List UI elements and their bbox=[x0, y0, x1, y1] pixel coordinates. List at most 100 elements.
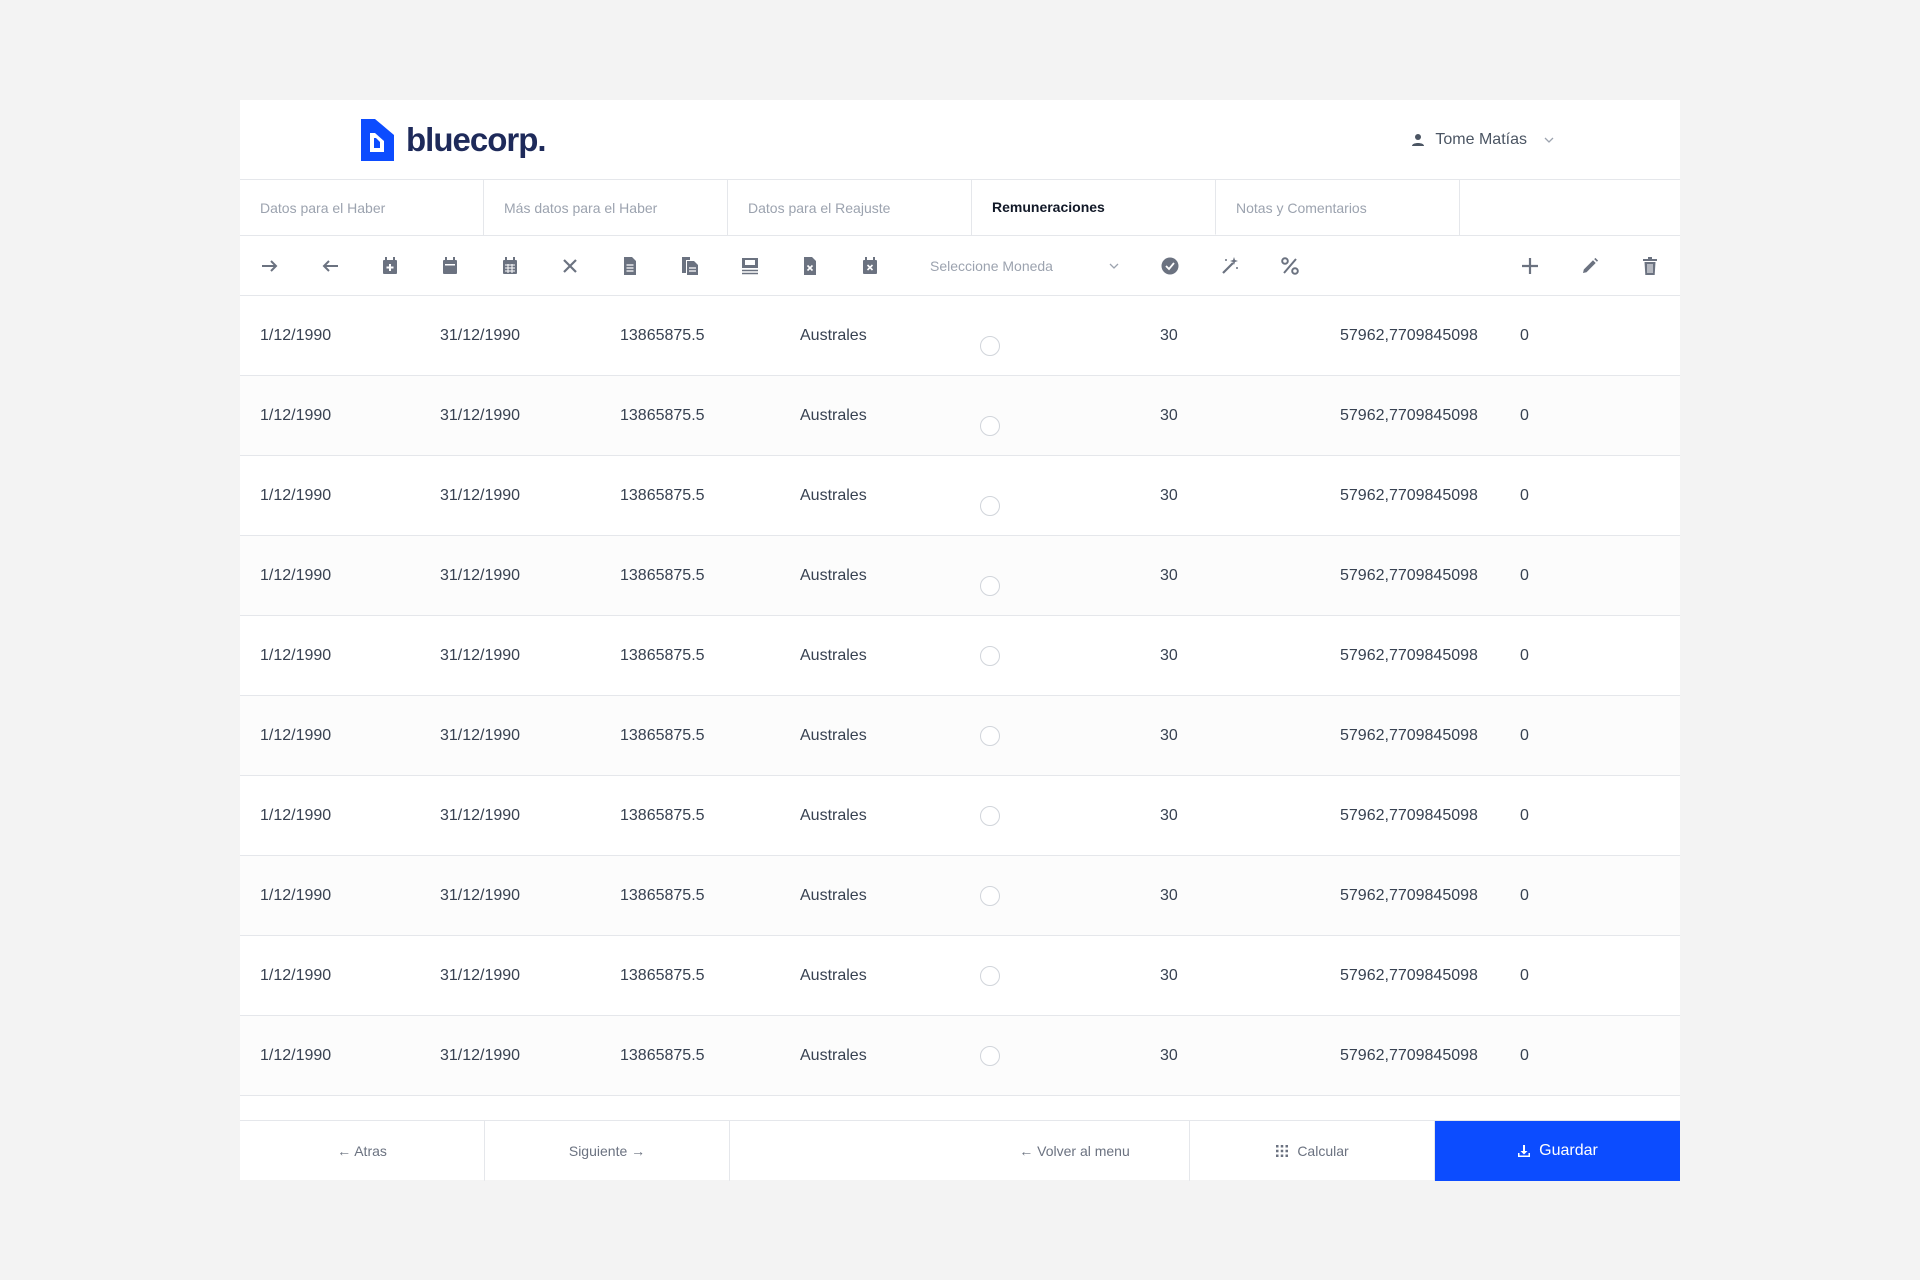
cell-hasta: 31/12/1990 bbox=[440, 807, 521, 824]
add-icon[interactable] bbox=[1518, 254, 1542, 278]
calendar-remove-icon[interactable] bbox=[858, 254, 882, 278]
tab-datos-reajuste[interactable]: Datos para el Reajuste bbox=[728, 180, 972, 235]
table-row[interactable]: 1/12/1990 31/12/1990 13865875.5 Australe… bbox=[240, 776, 1680, 856]
edit-icon[interactable] bbox=[1578, 254, 1602, 278]
chevron-down-icon bbox=[1544, 137, 1554, 143]
cell-moneda: Australes bbox=[800, 727, 867, 744]
cell-desde: 1/12/1990 bbox=[260, 327, 332, 344]
cell-extra: 0 bbox=[1520, 327, 1529, 344]
cell-extra: 0 bbox=[1520, 647, 1529, 664]
cell-dias: 30 bbox=[1160, 727, 1178, 744]
cell-monto: 13865875.5 bbox=[620, 887, 705, 904]
row-radio[interactable] bbox=[980, 646, 1000, 666]
cell-moneda: Australes bbox=[800, 487, 867, 504]
cell-monto: 13865875.5 bbox=[620, 727, 705, 744]
row-radio-cell bbox=[980, 856, 1000, 936]
row-radio-cell bbox=[980, 546, 1000, 626]
row-radio[interactable] bbox=[980, 966, 1000, 986]
cell-dias: 30 bbox=[1160, 807, 1178, 824]
cell-moneda: Australes bbox=[800, 407, 867, 424]
arrow-left-icon[interactable] bbox=[318, 254, 342, 278]
row-radio[interactable] bbox=[980, 806, 1000, 826]
table-row[interactable]: 1/12/1990 31/12/1990 13865875.5 Australe… bbox=[240, 376, 1680, 456]
cell-hasta: 31/12/1990 bbox=[440, 327, 521, 344]
row-radio-cell bbox=[980, 1016, 1000, 1096]
row-radio-cell bbox=[980, 306, 1000, 386]
table-row[interactable]: 1/12/1990 31/12/1990 13865875.5 Australe… bbox=[240, 296, 1680, 376]
cell-desde: 1/12/1990 bbox=[260, 487, 332, 504]
cell-monto: 13865875.5 bbox=[620, 647, 705, 664]
document-remove-icon[interactable] bbox=[798, 254, 822, 278]
table-row[interactable]: 1/12/1990 31/12/1990 13865875.5 Australe… bbox=[240, 456, 1680, 536]
percent-icon[interactable] bbox=[1278, 254, 1302, 278]
cell-dias: 30 bbox=[1160, 967, 1178, 984]
cell-dias: 30 bbox=[1160, 887, 1178, 904]
tab-notas-comentarios[interactable]: Notas y Comentarios bbox=[1216, 180, 1460, 235]
footer-actions: ← Atras Siguiente → ← Volver al menu Cal… bbox=[240, 1120, 1680, 1181]
cell-moneda: Australes bbox=[800, 807, 867, 824]
calendar-plus-icon[interactable] bbox=[378, 254, 402, 278]
table-row[interactable]: 1/12/1990 31/12/1990 13865875.5 Australe… bbox=[240, 616, 1680, 696]
cell-dias: 30 bbox=[1160, 327, 1178, 344]
tab-mas-datos-haber[interactable]: Más datos para el Haber bbox=[484, 180, 728, 235]
row-radio-cell bbox=[980, 616, 1000, 696]
back-button[interactable]: ← Atras bbox=[240, 1121, 485, 1181]
table-row[interactable]: 1/12/1990 31/12/1990 13865875.5 Australe… bbox=[240, 696, 1680, 776]
cell-desde: 1/12/1990 bbox=[260, 647, 332, 664]
calendar-icon[interactable] bbox=[438, 254, 462, 278]
magic-wand-icon[interactable] bbox=[1218, 254, 1242, 278]
cell-hasta: 31/12/1990 bbox=[440, 887, 521, 904]
cell-monto: 13865875.5 bbox=[620, 1047, 705, 1064]
arrow-right-icon[interactable] bbox=[258, 254, 282, 278]
row-radio-cell bbox=[980, 386, 1000, 466]
copy-document-icon[interactable] bbox=[678, 254, 702, 278]
image-list-icon[interactable] bbox=[738, 254, 762, 278]
save-button[interactable]: Guardar bbox=[1435, 1121, 1680, 1181]
table-row[interactable]: 1/12/1990 31/12/1990 13865875.5 Australe… bbox=[240, 936, 1680, 1016]
row-radio[interactable] bbox=[980, 496, 1000, 516]
close-icon[interactable] bbox=[558, 254, 582, 278]
cell-desde: 1/12/1990 bbox=[260, 807, 332, 824]
cell-dias: 30 bbox=[1160, 1047, 1178, 1064]
tab-remuneraciones[interactable]: Remuneraciones bbox=[972, 180, 1216, 235]
cell-valor: 57962,7709845098 bbox=[1340, 487, 1478, 504]
user-menu[interactable]: Tome Matías bbox=[1411, 125, 1555, 155]
cell-desde: 1/12/1990 bbox=[260, 887, 332, 904]
bluecorp-logo-icon bbox=[361, 119, 394, 161]
cell-dias: 30 bbox=[1160, 407, 1178, 424]
row-radio[interactable] bbox=[980, 886, 1000, 906]
row-radio[interactable] bbox=[980, 416, 1000, 436]
check-circle-icon[interactable] bbox=[1158, 254, 1182, 278]
cell-valor: 57962,7709845098 bbox=[1340, 887, 1478, 904]
table-row[interactable]: 1/12/1990 31/12/1990 13865875.5 Australe… bbox=[240, 536, 1680, 616]
tab-bar: Datos para el Haber Más datos para el Ha… bbox=[240, 180, 1680, 236]
cell-hasta: 31/12/1990 bbox=[440, 1047, 521, 1064]
table-row[interactable]: 1/12/1990 31/12/1990 13865875.5 Australe… bbox=[240, 1016, 1680, 1096]
cell-valor: 57962,7709845098 bbox=[1340, 647, 1478, 664]
cell-valor: 57962,7709845098 bbox=[1340, 327, 1478, 344]
cell-hasta: 31/12/1990 bbox=[440, 567, 521, 584]
next-button[interactable]: Siguiente → bbox=[485, 1121, 730, 1181]
row-radio[interactable] bbox=[980, 576, 1000, 596]
cell-extra: 0 bbox=[1520, 567, 1529, 584]
cell-dias: 30 bbox=[1160, 487, 1178, 504]
cell-moneda: Australes bbox=[800, 887, 867, 904]
calendar-grid-icon[interactable] bbox=[498, 254, 522, 278]
back-to-menu-button[interactable]: ← Volver al menu bbox=[730, 1121, 1190, 1181]
cell-moneda: Australes bbox=[800, 1047, 867, 1064]
cell-extra: 0 bbox=[1520, 887, 1529, 904]
cell-extra: 0 bbox=[1520, 807, 1529, 824]
row-radio[interactable] bbox=[980, 726, 1000, 746]
cell-monto: 13865875.5 bbox=[620, 407, 705, 424]
cell-hasta: 31/12/1990 bbox=[440, 967, 521, 984]
row-radio[interactable] bbox=[980, 336, 1000, 356]
calculate-button[interactable]: Calcular bbox=[1190, 1121, 1435, 1181]
document-icon[interactable] bbox=[618, 254, 642, 278]
trash-icon[interactable] bbox=[1638, 254, 1662, 278]
currency-select[interactable]: Seleccione Moneda bbox=[930, 251, 1120, 281]
brand-logo[interactable]: bluecorp. bbox=[361, 119, 547, 161]
row-radio[interactable] bbox=[980, 1046, 1000, 1066]
table-row[interactable]: 1/12/1990 31/12/1990 13865875.5 Australe… bbox=[240, 856, 1680, 936]
tab-datos-haber[interactable]: Datos para el Haber bbox=[240, 180, 484, 235]
cell-moneda: Australes bbox=[800, 647, 867, 664]
